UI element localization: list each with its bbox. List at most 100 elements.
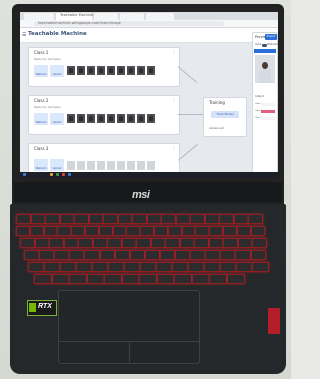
- sample-thumbnail[interactable]: [87, 66, 95, 75]
- keyboard-key[interactable]: [20, 238, 35, 248]
- keyboard-key[interactable]: [74, 214, 89, 224]
- keyboard-key[interactable]: [57, 226, 72, 236]
- keyboard-key[interactable]: [121, 238, 137, 248]
- keyboard-key[interactable]: [179, 238, 195, 248]
- keyboard-key[interactable]: [129, 250, 146, 260]
- keyboard-key[interactable]: [16, 226, 31, 236]
- sample-thumbnail[interactable]: [127, 66, 135, 75]
- sample-thumbnail[interactable]: [77, 114, 85, 123]
- chrome-icon[interactable]: [62, 173, 65, 176]
- keyboard-key[interactable]: [84, 250, 100, 260]
- keyboard-key[interactable]: [132, 214, 147, 224]
- keyboard-key[interactable]: [85, 226, 100, 236]
- folder-icon[interactable]: [50, 173, 53, 176]
- keyboard-key[interactable]: [188, 262, 205, 272]
- class-name[interactable]: Class 1: [34, 50, 48, 55]
- keyboard-key[interactable]: [236, 262, 253, 272]
- sample-thumbnail[interactable]: [87, 114, 95, 123]
- browser-tab-active[interactable]: Teachable Machine: [56, 13, 93, 20]
- keyboard-key[interactable]: [99, 250, 116, 260]
- keyboard-key[interactable]: [236, 226, 252, 236]
- sample-thumbnail[interactable]: [97, 114, 105, 123]
- more-icon[interactable]: ⋮: [172, 49, 176, 54]
- touchpad[interactable]: [58, 290, 200, 364]
- keyboard-key[interactable]: [204, 214, 220, 224]
- browser-tab[interactable]: [24, 13, 54, 20]
- keyboard-key[interactable]: [24, 250, 40, 260]
- keyboard-key[interactable]: [172, 262, 189, 272]
- menu-icon[interactable]: ☰: [22, 32, 26, 38]
- keyboard-key[interactable]: [107, 238, 122, 248]
- sample-thumbnail[interactable]: [107, 114, 115, 123]
- keyboard-key[interactable]: [250, 226, 265, 236]
- keyboard-key[interactable]: [43, 226, 58, 236]
- keyboard-key[interactable]: [45, 214, 60, 224]
- keyboard-key[interactable]: [140, 262, 157, 272]
- export-model-button[interactable]: Export: [265, 34, 277, 40]
- keyboard-key[interactable]: [139, 274, 157, 284]
- sample-thumbnail[interactable]: [147, 66, 155, 75]
- keyboard-key[interactable]: [190, 250, 206, 260]
- source-select[interactable]: Webcam: [267, 43, 278, 46]
- keyboard-key[interactable]: [121, 274, 140, 284]
- keyboard-key[interactable]: [161, 214, 176, 224]
- keyboard-key[interactable]: [233, 214, 249, 224]
- upload-button[interactable]: Upload: [50, 113, 64, 125]
- keyboard-key[interactable]: [205, 250, 221, 260]
- keyboard-key[interactable]: [209, 226, 224, 236]
- keyboard-key[interactable]: [34, 238, 50, 248]
- keyboard-key[interactable]: [69, 274, 87, 284]
- sample-thumbnail[interactable]: [77, 66, 85, 75]
- keyboard-key[interactable]: [136, 238, 151, 248]
- keyboard-key[interactable]: [60, 262, 77, 272]
- keyboard-key[interactable]: [219, 214, 234, 224]
- keyboard-key[interactable]: [223, 238, 238, 248]
- keyboard-key[interactable]: [156, 262, 173, 272]
- keyboard-key[interactable]: [59, 214, 75, 224]
- keyboard-key[interactable]: [204, 262, 221, 272]
- keyboard-key[interactable]: [165, 238, 180, 248]
- keyboard-key[interactable]: [208, 238, 224, 248]
- class-name[interactable]: Class 2: [34, 98, 48, 103]
- keyboard-key[interactable]: [226, 274, 245, 284]
- url-field[interactable]: teachablemachine.withgoogle.com/train/im…: [34, 21, 224, 26]
- keyboard-key[interactable]: [140, 226, 155, 236]
- keyboard-key[interactable]: [237, 238, 253, 248]
- upload-button[interactable]: Upload: [50, 65, 64, 77]
- keyboard-key[interactable]: [49, 238, 64, 248]
- keyboard-key[interactable]: [16, 214, 31, 224]
- keyboard-key[interactable]: [104, 274, 122, 284]
- keyboard-key[interactable]: [156, 274, 175, 284]
- sample-thumbnail[interactable]: [137, 114, 145, 123]
- webcam-button[interactable]: Webcam: [34, 159, 48, 171]
- keyboard-key[interactable]: [92, 262, 109, 272]
- keyboard-key[interactable]: [252, 238, 267, 248]
- keyboard-key[interactable]: [69, 250, 85, 260]
- keyboard-key[interactable]: [175, 250, 191, 260]
- browser-tab[interactable]: [120, 13, 144, 20]
- start-icon[interactable]: [23, 173, 26, 176]
- keyboard-key[interactable]: [167, 226, 183, 236]
- keyboard-key[interactable]: [98, 226, 114, 236]
- app-icon[interactable]: [56, 173, 59, 176]
- keyboard-key[interactable]: [191, 274, 210, 284]
- keyboard-key[interactable]: [248, 214, 263, 224]
- keyboard-key[interactable]: [86, 274, 105, 284]
- sample-thumbnail[interactable]: [97, 66, 105, 75]
- sample-thumbnail[interactable]: [107, 66, 115, 75]
- keyboard-key[interactable]: [76, 262, 93, 272]
- sample-thumbnail[interactable]: [67, 66, 75, 75]
- sample-thumbnail[interactable]: [147, 114, 155, 123]
- keyboard-key[interactable]: [108, 262, 125, 272]
- keyboard-key[interactable]: [150, 238, 166, 248]
- keyboard-key[interactable]: [220, 250, 236, 260]
- class-name[interactable]: Class 3: [34, 146, 48, 151]
- keyboard-key[interactable]: [30, 214, 46, 224]
- keyboard-key[interactable]: [39, 250, 55, 260]
- sample-thumbnail[interactable]: [127, 114, 135, 123]
- keyboard-key[interactable]: [92, 238, 108, 248]
- keyboard-key[interactable]: [235, 250, 251, 260]
- keyboard-key[interactable]: [117, 214, 133, 224]
- keyboard-key[interactable]: [190, 214, 205, 224]
- browser-tab[interactable]: [146, 13, 174, 20]
